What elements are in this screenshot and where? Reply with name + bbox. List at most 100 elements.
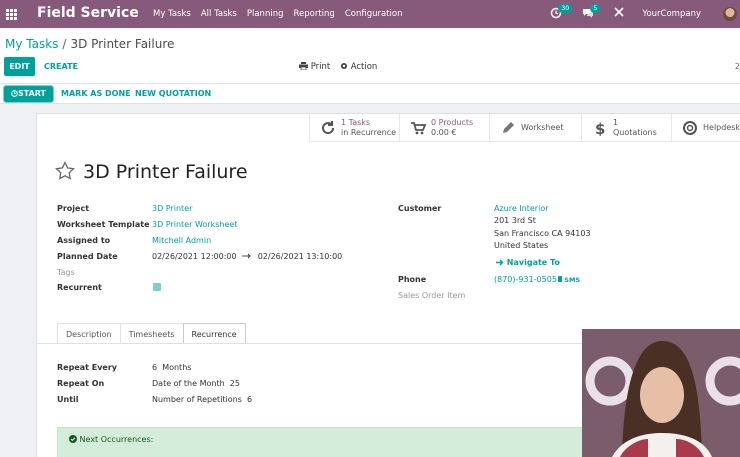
until-field[interactable]: Number of Repetitions 6 — [152, 395, 252, 404]
control-panel: My Tasks/3D Printer Failure EDIT CREATE … — [0, 28, 740, 84]
menu-planning[interactable]: Planning — [247, 9, 284, 19]
project-field[interactable]: 3D Printer — [152, 204, 192, 213]
products-count: 0 Products — [431, 118, 474, 128]
customer-name[interactable]: Azure Interior — [494, 204, 549, 213]
new-quotation-button[interactable]: NEW QUOTATION — [135, 89, 211, 98]
helpdesk-label: Helpdesk — [703, 122, 740, 132]
create-button[interactable]: CREATE — [44, 62, 78, 71]
apps-grid-icon[interactable] — [6, 9, 17, 20]
webcam-overlay — [582, 329, 740, 457]
menu-my-tasks[interactable]: My Tasks — [153, 9, 191, 19]
print-label: Print — [310, 62, 331, 72]
planned-date-start[interactable]: 02/26/2021 12:00:00 — [152, 252, 237, 261]
tab-recurrence[interactable]: Recurrence — [182, 323, 246, 344]
breadcrumb-separator: / — [62, 37, 67, 51]
mark-as-done-button[interactable]: MARK AS DONE — [61, 89, 131, 98]
tab-description[interactable]: Description — [57, 323, 120, 344]
dollar-icon: $ — [595, 120, 605, 136]
menu-reporting[interactable]: Reporting — [293, 9, 334, 19]
print-icon — [299, 62, 308, 71]
until-value[interactable]: 6 — [247, 395, 252, 404]
recurrence-tasks-label: in Recurrence — [341, 127, 396, 137]
clock-icon — [11, 90, 18, 97]
assigned-to-field[interactable]: Mitchell Admin — [152, 236, 211, 245]
company-switcher[interactable]: YourCompany — [642, 9, 701, 19]
repeat-every-value[interactable]: 6 — [152, 363, 157, 372]
worksheet-template-field[interactable]: 3D Printer Worksheet — [152, 220, 237, 229]
repeat-on-label: Repeat On — [57, 379, 105, 388]
planned-date-field[interactable]: 02/26/2021 12:00:00 02/26/2021 13:10:00 — [152, 252, 342, 261]
messages-icon[interactable]: 5 — [582, 4, 601, 21]
customer-label: Customer — [398, 204, 442, 213]
project-label: Project — [57, 204, 90, 213]
phone-label: Phone — [398, 275, 427, 284]
tab-timesheets[interactable]: Timesheets — [119, 323, 183, 344]
until-label: Until — [57, 395, 79, 404]
repeat-every-label: Repeat Every — [57, 363, 118, 372]
arrow-right-icon — [496, 259, 504, 266]
main-menu: My Tasks All Tasks Planning Reporting Co… — [153, 9, 402, 19]
edit-button[interactable]: EDIT — [4, 57, 35, 76]
quotations-label: Quotations — [613, 127, 657, 137]
repeat-on-field[interactable]: Date of the Month 25 — [152, 379, 240, 388]
next-occurrences-heading: Next Occurrences: — [69, 435, 153, 444]
breadcrumb: My Tasks /3D Printer Failure — [5, 37, 174, 51]
helpdesk-button[interactable]: Helpdesk — [671, 114, 740, 142]
phone-field[interactable]: (870)-931-0505 — [494, 275, 557, 284]
assigned-to-label: Assigned to — [57, 236, 111, 245]
until-type[interactable]: Number of Repetitions — [152, 395, 242, 404]
products-amount: 0.00 € — [431, 127, 457, 137]
action-menu[interactable]: Action — [340, 62, 377, 72]
messages-badge: 5 — [590, 4, 601, 13]
recurrence-tasks-button[interactable]: 1 Tasks in Recurrence — [309, 114, 399, 142]
next-occurrences-label: Next Occurrences: — [79, 435, 154, 444]
svg-text:$: $ — [595, 120, 605, 136]
breadcrumb-parent[interactable]: My Tasks — [5, 37, 58, 51]
status-bar: START MARK AS DONE NEW QUOTATION — [0, 84, 740, 104]
pager[interactable]: 2 — [735, 62, 740, 71]
planned-date-label: Planned Date — [57, 252, 118, 261]
quotations-button[interactable]: $ 1 Quotations — [581, 114, 671, 142]
sms-button[interactable]: SMS — [558, 276, 580, 284]
recurrent-checkbox[interactable] — [153, 283, 161, 293]
recurrent-label: Recurrent — [57, 283, 102, 292]
navigate-to-label: Navigate To — [506, 258, 560, 267]
mobile-icon — [558, 276, 562, 282]
app-brand[interactable]: Field Service — [37, 5, 139, 21]
menu-all-tasks[interactable]: All Tasks — [201, 9, 237, 19]
planned-date-end[interactable]: 02/26/2021 13:10:00 — [258, 252, 343, 261]
form-tabs: Description Timesheets Recurrence — [57, 323, 246, 344]
action-label: Action — [350, 62, 378, 72]
refresh-icon — [322, 120, 335, 134]
task-title[interactable]: 3D Printer Failure — [83, 161, 248, 183]
activity-icon[interactable]: 30 — [550, 4, 573, 21]
products-button[interactable]: 0 Products 0.00 € — [399, 114, 489, 142]
menu-configuration[interactable]: Configuration — [345, 9, 403, 19]
presenter-video-image — [582, 329, 740, 457]
lifebuoy-icon — [683, 120, 697, 135]
recurrence-tasks-count: 1 Tasks — [341, 118, 371, 128]
check-circle-icon — [69, 435, 77, 443]
debug-tools-icon[interactable] — [614, 7, 628, 21]
repeat-on-type[interactable]: Date of the Month — [152, 379, 225, 388]
worksheet-label: Worksheet — [521, 122, 564, 132]
start-button[interactable]: START — [3, 85, 54, 103]
repeat-on-day[interactable]: 25 — [230, 379, 240, 388]
print-menu[interactable]: Print — [299, 62, 330, 72]
gear-icon — [341, 63, 347, 69]
user-avatar[interactable] — [723, 7, 737, 21]
customer-city: San Francisco CA 94103 — [494, 229, 591, 238]
breadcrumb-current: 3D Printer Failure — [70, 37, 175, 51]
start-label: START — [17, 89, 47, 98]
arrow-right-icon — [242, 253, 251, 259]
sms-label: SMS — [564, 276, 581, 284]
sales-order-item-label: Sales Order Item — [398, 291, 466, 300]
smart-buttons: 1 Tasks in Recurrence 0 Products 0.00 € Wo… — [309, 114, 740, 142]
repeat-every-unit[interactable]: Months — [162, 363, 191, 372]
activity-badge: 30 — [558, 4, 573, 13]
pencil-icon — [503, 121, 514, 133]
repeat-every-field[interactable]: 6 Months — [152, 363, 191, 372]
navigate-to-button[interactable]: Navigate To — [496, 258, 560, 267]
worksheet-button[interactable]: Worksheet — [489, 114, 581, 142]
star-icon[interactable] — [55, 161, 75, 181]
